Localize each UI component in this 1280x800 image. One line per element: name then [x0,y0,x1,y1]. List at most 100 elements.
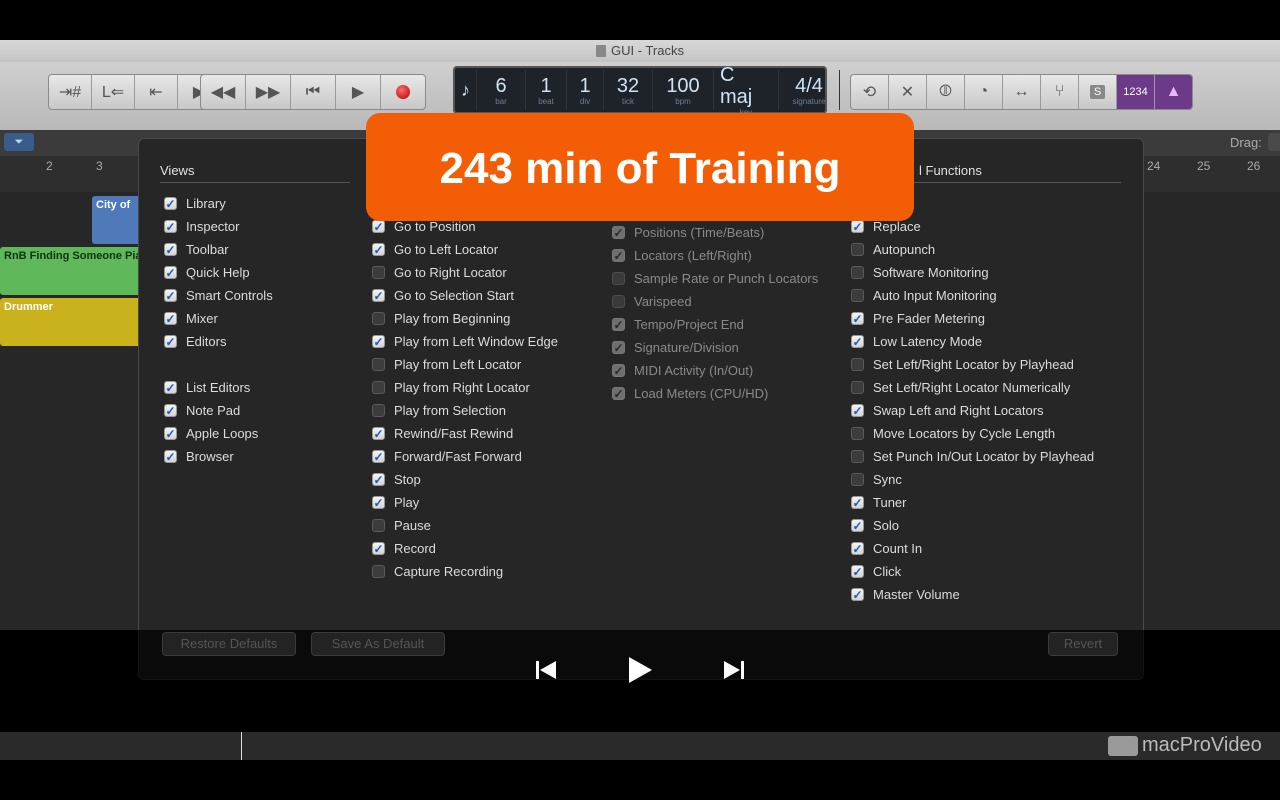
transport-option[interactable]: ✓ Go to Selection Start [372,288,514,303]
checkbox[interactable]: ✓ [164,197,177,211]
transport-option[interactable]: Pause [372,518,431,533]
tuning-fork-icon[interactable]: ⑂ [1041,75,1079,109]
checkbox[interactable]: ✓ [164,266,177,280]
region-rnb[interactable]: RnB Finding Someone Pia [0,247,142,295]
region-drummer[interactable]: Drummer [0,298,142,346]
lcd-cell-bar[interactable]: 6 bar [477,70,526,110]
checkbox[interactable]: ✓ [612,249,625,263]
transport-option[interactable]: Play from Selection [372,403,506,418]
checkbox[interactable]: ✓ [612,387,625,401]
functions-option[interactable]: ✓ Click [851,564,901,579]
checkbox[interactable]: ✓ [851,496,864,510]
checkbox[interactable] [612,272,625,285]
transport-option[interactable]: ✓ Stop [372,472,421,487]
display-option[interactable]: ✓ Tempo/Project End [612,317,744,332]
filter-button[interactable]: ⏷ [4,133,34,151]
goto-left-locator-icon[interactable]: L⇐ [92,75,135,109]
metronome-click-icon[interactable]: ▲ [1155,75,1192,109]
checkbox[interactable]: ✓ [372,542,385,556]
functions-option[interactable]: Software Monitoring [851,265,989,280]
display-option[interactable]: ✓ Load Meters (CPU/HD) [612,386,768,401]
checkbox[interactable]: ✓ [851,588,864,602]
checkbox[interactable] [372,358,385,371]
transport-option[interactable]: Play from Left Locator [372,357,521,372]
functions-option[interactable]: ✓ Tuner [851,495,906,510]
transport-option[interactable]: ✓ Rewind/Fast Rewind [372,426,513,441]
views-option[interactable]: ✓ Apple Loops [164,426,258,441]
checkbox[interactable]: ✓ [164,404,177,418]
checkbox[interactable]: ✓ [851,404,864,418]
functions-option[interactable]: Autopunch [851,242,935,257]
solo-button[interactable]: S [1079,75,1117,109]
checkbox[interactable] [372,266,385,279]
checkbox[interactable] [851,358,864,371]
checkbox[interactable]: ✓ [372,496,385,510]
checkbox[interactable] [851,266,864,279]
functions-option[interactable]: Set Left/Right Locator Numerically [851,380,1070,395]
checkbox[interactable]: ✓ [164,427,177,441]
lcd-cell-beat[interactable]: 1 beat [526,70,567,110]
checkbox[interactable]: ✓ [164,289,177,303]
transport-option[interactable]: ✓ Record [372,541,436,556]
transport-option[interactable]: ✓ Forward/Fast Forward [372,449,522,464]
checkbox[interactable] [851,427,864,440]
checkbox[interactable]: ✓ [851,220,864,234]
checkbox[interactable] [372,565,385,578]
lcd-cell-tick[interactable]: 32 tick [604,70,653,110]
views-option[interactable]: ✓ Editors [164,334,226,349]
checkbox[interactable]: ✓ [612,226,625,240]
checkbox[interactable] [372,381,385,394]
rewind-icon[interactable]: ◀◀ [201,75,246,109]
previous-icon[interactable] [528,652,564,688]
checkbox[interactable]: ✓ [164,450,177,464]
transport-option[interactable]: ✓ Go to Left Locator [372,242,498,257]
checkbox[interactable]: ✓ [372,335,385,349]
functions-option[interactable]: ✓ Solo [851,518,899,533]
views-option[interactable]: ✓ Quick Help [164,265,250,280]
save-as-default-button[interactable]: Save As Default [311,632,445,656]
views-option[interactable]: ✓ Mixer [164,311,218,326]
checkbox[interactable]: ✓ [851,565,864,579]
swap-locators-icon[interactable]: ↔ [1003,75,1041,109]
display-option[interactable]: Varispeed [612,294,692,309]
checkbox[interactable] [851,450,864,463]
fast-forward-icon[interactable]: ▶▶ [246,75,291,109]
transport-option[interactable]: Play from Beginning [372,311,510,326]
views-option[interactable]: ✓ Note Pad [164,403,240,418]
tuner-icon[interactable]: ⦷ [927,75,965,109]
views-option[interactable]: ✓ List Editors [164,380,250,395]
views-option[interactable]: ✓ Toolbar [164,242,229,257]
functions-option[interactable]: ✓ Count In [851,541,922,556]
list-icon[interactable]: ⇤ [135,75,178,109]
transport-option[interactable]: Play from Right Locator [372,380,530,395]
functions-option[interactable]: Set Punch In/Out Locator by Playhead [851,449,1094,464]
checkbox[interactable] [851,381,864,394]
checkbox[interactable]: ✓ [164,220,177,234]
lcd-cell-signature[interactable]: 4/4 signature [779,70,840,110]
checkbox[interactable]: ✓ [851,335,864,349]
checkbox[interactable] [851,243,864,256]
checkbox[interactable] [612,295,625,308]
display-option[interactable]: ✓ Signature/Division [612,340,739,355]
play-icon[interactable]: ▶ [336,75,381,109]
play-video-icon[interactable] [621,652,657,688]
checkbox[interactable]: ✓ [612,318,625,332]
gauge-icon[interactable]: ◔ [965,75,1003,109]
checkbox[interactable]: ✓ [164,243,177,257]
drag-mode-select[interactable] [1268,133,1280,151]
checkbox[interactable] [372,519,385,532]
replace-icon[interactable]: ✕ [889,75,927,109]
region-city[interactable]: City of [92,196,142,244]
checkbox[interactable]: ✓ [851,542,864,556]
checkbox[interactable]: ✓ [372,243,385,257]
checkbox[interactable]: ✓ [164,381,177,395]
checkbox[interactable]: ✓ [372,473,385,487]
go-to-beginning-icon[interactable]: ⏮ [291,75,336,109]
checkbox[interactable]: ✓ [164,312,177,326]
functions-option[interactable]: ✓ Swap Left and Right Locators [851,403,1044,418]
checkbox[interactable]: ✓ [372,427,385,441]
display-option[interactable]: Sample Rate or Punch Locators [612,271,818,286]
cycle-icon[interactable]: ⟲ [851,75,889,109]
functions-option[interactable]: Auto Input Monitoring [851,288,997,303]
checkbox[interactable]: ✓ [612,364,625,378]
